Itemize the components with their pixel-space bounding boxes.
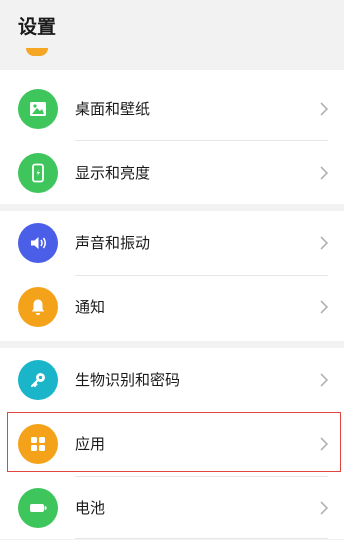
settings-item-notifications[interactable]: 通知	[0, 275, 344, 339]
settings-group-sound: 声音和振动 通知	[0, 211, 344, 341]
page-title: 设置	[18, 16, 57, 38]
chevron-right-icon	[320, 166, 329, 180]
settings-item-label: 显示和亮度	[75, 164, 151, 182]
phone-brightness-icon	[18, 153, 58, 193]
partial-icon	[26, 48, 48, 56]
selection-highlight	[7, 412, 341, 472]
settings-item-label: 电池	[75, 499, 106, 517]
settings-item-wallpaper[interactable]: 桌面和壁纸	[0, 77, 344, 141]
speaker-icon	[18, 223, 58, 263]
settings-item-label: 通知	[75, 298, 106, 316]
settings-item-label: 桌面和壁纸	[75, 100, 151, 118]
battery-icon	[18, 488, 58, 528]
settings-item-label: 声音和振动	[75, 234, 151, 252]
settings-item-battery[interactable]: 电池	[0, 476, 344, 540]
chevron-right-icon	[320, 373, 329, 387]
settings-item-label: 生物识别和密码	[75, 371, 181, 389]
settings-group-display: 桌面和壁纸 显示和亮度	[0, 70, 344, 204]
chevron-right-icon	[320, 236, 329, 250]
settings-item-biometrics[interactable]: 生物识别和密码	[0, 348, 344, 412]
chevron-right-icon	[320, 501, 329, 515]
bell-icon	[18, 287, 58, 327]
chevron-right-icon	[320, 102, 329, 116]
header: 设置	[0, 0, 344, 66]
settings-item-display[interactable]: 显示和亮度	[0, 141, 344, 205]
wallpaper-icon	[18, 89, 58, 129]
chevron-right-icon	[320, 300, 329, 314]
settings-item-sound[interactable]: 声音和振动	[0, 211, 344, 275]
key-icon	[18, 360, 58, 400]
